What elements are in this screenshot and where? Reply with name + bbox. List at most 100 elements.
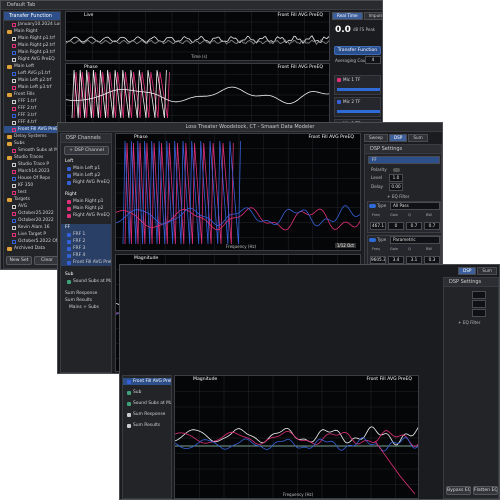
front-tab-sum[interactable]: Sum [477, 267, 497, 275]
group-item[interactable]: FRF 3 [61, 245, 111, 252]
tree-item[interactable]: Main Right [4, 28, 60, 35]
delay-label: Delay [371, 184, 384, 189]
back-phase-plot[interactable]: Phase Front Fill AVG PreEQ [65, 63, 330, 125]
filter-freq-field[interactable]: 467.1 [370, 222, 386, 230]
tree-item[interactable]: FFF 3.trf [4, 112, 60, 119]
tree-item-label: Targets [14, 197, 30, 202]
tree-item[interactable]: Main Right p2.trf [4, 42, 60, 49]
tree-item[interactable]: House Of Reps [4, 175, 60, 182]
sum-results-label[interactable]: Sum Results [61, 297, 111, 304]
tree-item[interactable]: Left AVG p1.trf [4, 70, 60, 77]
group-header[interactable]: Right [61, 191, 111, 198]
new-set-button[interactable]: New Set [6, 256, 32, 265]
group-item[interactable]: Sound Subs at Main p2 [61, 278, 111, 285]
filter-bw-field[interactable]: 0.3 [424, 256, 440, 264]
front-dsp-field-1[interactable] [472, 291, 486, 299]
tree-item[interactable]: Studio Traces [4, 154, 60, 161]
filter-enable-toggle[interactable] [369, 238, 376, 242]
group-item[interactable]: Main Right p2 [61, 205, 111, 212]
tree-item[interactable]: October5.2022 OM Testing [4, 238, 60, 245]
tree-item[interactable]: March14.2023 [4, 168, 60, 175]
tree-item[interactable]: Smooth Subs at Main p2.trf [4, 147, 60, 154]
tree-item[interactable]: Main Left p2.trf [4, 77, 60, 84]
front-eq-filter-label[interactable]: + EQ Filter [458, 320, 480, 325]
group-header[interactable]: Left [61, 158, 111, 165]
tree-item[interactable]: Front Fills [4, 91, 60, 98]
tree-item[interactable]: Main Right p3.trf [4, 49, 60, 56]
tree-item[interactable]: test [4, 189, 60, 196]
filter-q-field[interactable]: 0.7 [406, 222, 422, 230]
group-item[interactable]: Main Right p1 [61, 198, 111, 205]
tree-item[interactable]: January10.2024 Loss Center [4, 21, 60, 28]
tab-sweep[interactable]: Sweep [364, 134, 388, 142]
group-header[interactable]: Sub [61, 271, 111, 278]
sum-line-label[interactable]: Mains + Subs [61, 304, 111, 311]
tree-item[interactable]: Archived Data [4, 245, 60, 252]
tab-impulse[interactable]: Impulse [363, 12, 382, 20]
tree-item[interactable]: Main Left p3.trf [4, 84, 60, 91]
tree-item[interactable]: Delay Systems [4, 133, 60, 140]
transfer-function-button[interactable]: Transfer Function [334, 46, 381, 55]
averaging-value[interactable]: 4 [365, 56, 381, 64]
sum-response-label[interactable]: Sum Response [61, 290, 111, 297]
filter-q-field[interactable]: 3.1 [406, 256, 422, 264]
group-item[interactable]: Right AVG PreEQ [61, 179, 111, 186]
delay-field[interactable]: 0.00 [389, 183, 403, 191]
group-item[interactable]: FRF 2 [61, 238, 111, 245]
channel-row[interactable]: Mic 2 TF [334, 97, 381, 117]
front-tab-dsp[interactable]: DSP [458, 267, 477, 275]
filter-enable-toggle[interactable] [369, 204, 376, 208]
group-item[interactable]: Main Left p2 [61, 172, 111, 179]
group-item[interactable]: Front Fill AVG PreEQ [61, 259, 111, 266]
filter-gain-field[interactable]: 0 [388, 222, 404, 230]
level-field[interactable]: 1.0 [389, 174, 403, 182]
filter-type-select[interactable]: Parametric [390, 236, 440, 244]
tree-item[interactable]: Live Target P [4, 231, 60, 238]
filter-type-select[interactable]: All Pass [390, 202, 440, 210]
group-item[interactable]: Main Left p1 [61, 165, 111, 172]
tree-item[interactable]: FFF 4.trf [4, 119, 60, 126]
front-flatten-eq-button[interactable]: Flatten EQ [473, 486, 498, 495]
group-header[interactable]: FF [61, 224, 111, 231]
tree-item[interactable]: Subs [4, 140, 60, 147]
polarity-toggle[interactable] [393, 168, 400, 172]
channel-row[interactable]: Mic 1 TF [334, 75, 381, 95]
filter-bw-field[interactable]: 0.7 [424, 222, 440, 230]
add-dsp-channel-button[interactable]: + DSP Channel [64, 146, 109, 155]
tab-sum[interactable]: Sum [408, 134, 428, 142]
front-group-item[interactable]: Sound Subs at Main p2 [123, 400, 171, 407]
front-bypass-eq-button[interactable]: Bypass EQ [446, 486, 471, 495]
tree-item-label: Main Right p1.trf [18, 36, 55, 41]
tree-item[interactable]: Main Left [4, 63, 60, 70]
tree-item[interactable]: FFF 1.trf [4, 98, 60, 105]
phase-plot[interactable]: Phase Front Fill AVG PreEQ Frequency (Hz… [115, 133, 361, 251]
tree-item[interactable]: Right AVG PreEQ [4, 56, 60, 63]
tree-item[interactable]: October20.2022 [4, 217, 60, 224]
live-plot[interactable]: Live Front Fill AVG PreEQ Time (s) [65, 11, 330, 61]
group-item[interactable]: FRF 4 [61, 252, 111, 259]
front-group-item[interactable]: Front Fill AVG PreEQ [123, 378, 171, 385]
tree-item[interactable]: Studio Trace P [4, 161, 60, 168]
group-item[interactable]: FRF 1 [61, 231, 111, 238]
tree-item[interactable]: Main Right p1.trf [4, 35, 60, 42]
front-group-item[interactable]: Sub [123, 389, 171, 396]
tab-dsp[interactable]: DSP [388, 134, 408, 142]
group-item[interactable]: Right AVG PreEQ [61, 212, 111, 219]
eq-filter-label[interactable]: + EQ Filter [387, 194, 409, 199]
tree-item[interactable]: Front Fill AVG PreEQ [4, 126, 60, 133]
front-group-item[interactable]: Sum Results [123, 422, 171, 429]
dsp-channel-select[interactable]: FF [368, 156, 440, 164]
front-group-item[interactable]: Sum Response [123, 411, 171, 418]
tree-item[interactable]: Targets [4, 196, 60, 203]
tree-item[interactable]: October25.2022 [4, 210, 60, 217]
tree-item[interactable]: KF 350 [4, 182, 60, 189]
filter-freq-field[interactable]: 9605.3 [370, 256, 386, 264]
front-magnitude-plot[interactable]: Magnitude Front Fill AVG PreEQ Frequency… [174, 375, 419, 499]
front-dsp-field-3[interactable] [472, 309, 486, 317]
filter-gain-field[interactable]: 3.4 [388, 256, 404, 264]
tree-item[interactable]: AVG [4, 203, 60, 210]
tree-item[interactable]: Kevin Alam 16 [4, 224, 60, 231]
tree-item[interactable]: FFF 2.trf [4, 105, 60, 112]
tab-real-time[interactable]: Real Time [332, 12, 363, 20]
front-dsp-field-2[interactable] [472, 300, 486, 308]
